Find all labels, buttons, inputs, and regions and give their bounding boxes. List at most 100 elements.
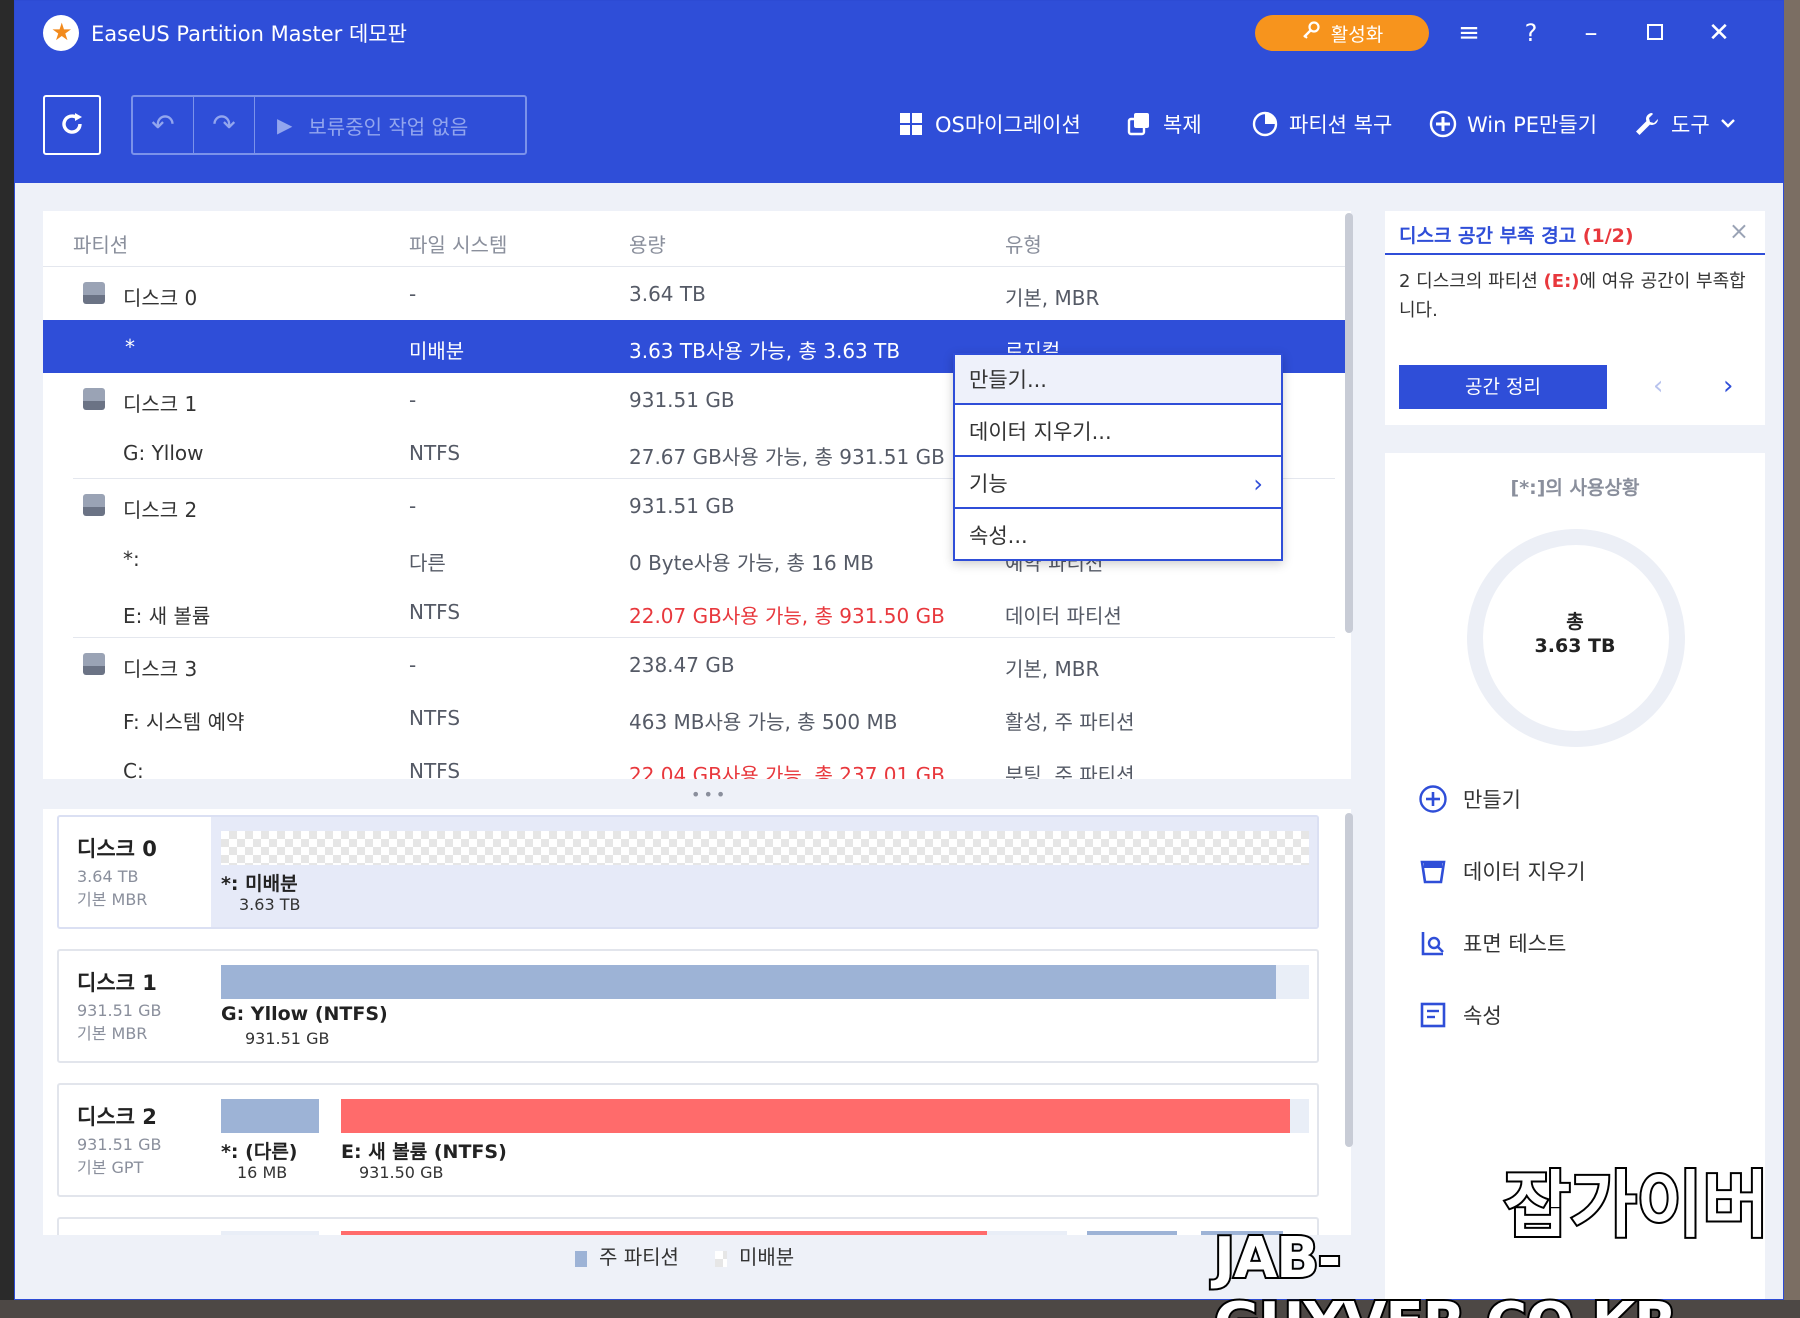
legend-swatch [714,1250,727,1267]
win-pe-button[interactable]: Win PE만들기 [1429,109,1597,139]
partition-recovery-button[interactable]: 파티션 복구 [1251,109,1392,139]
disk-card-2[interactable]: 디스크 2 931.51 GB 기본 GPT *: (다른) 16 MB E: … [57,1083,1319,1197]
surface-test-icon [1417,927,1449,959]
row-partition: C: [123,759,144,779]
legend-label: 주 파티션 [599,1245,679,1269]
partition-bar[interactable] [987,1231,1067,1235]
menu-icon[interactable]: ≡ [1449,15,1489,51]
row-filesystem: - [409,388,417,412]
table-row[interactable]: F: 시스템 예약 NTFS 463 MB사용 가능, 총 500 MB 활성,… [43,691,1333,744]
disk-card-3[interactable] [57,1217,1319,1235]
legend-label: 미배분 [738,1245,795,1269]
usage-total-label: 총 [1566,611,1584,633]
partition-size: 931.50 GB [359,1163,444,1182]
table-row-disk-3[interactable]: 디스크 3 - 238.47 GB 기본, MBR [43,638,1333,691]
row-partition: F: 시스템 예약 [123,710,245,734]
action-properties[interactable]: 속성 [1417,999,1502,1031]
legend-primary: 주 파티션 [575,1241,679,1270]
alert-title-text: 디스크 공간 부족 경고 [1399,225,1577,247]
partition-bar[interactable] [1087,1231,1177,1235]
plus-circle-icon [1429,110,1457,138]
disk-card-1[interactable]: 디스크 1 931.51 GB 기본 MBR G: Yllow (NTFS) 9… [57,949,1319,1063]
table-row[interactable]: C: NTFS 22.04 GB사용 가능, 총 237.01 GB 부팅, 주… [43,744,1333,779]
disk-info: 디스크 1 931.51 GB 기본 MBR [59,951,211,1061]
partition-bar[interactable] [341,1231,989,1235]
menu-item-wipe-data[interactable]: 데이터 지우기... [955,407,1281,457]
pie-icon [1251,110,1279,138]
disk-name: 디스크 2 [77,1105,157,1129]
alert-message: 2 디스크의 파티션 (E:)에 여유 공간이 부족합니다. [1399,267,1755,325]
action-surface-test[interactable]: 표면 테스트 [1417,927,1566,959]
partition-size: 16 MB [237,1163,288,1182]
activate-button[interactable]: 활성화 [1255,15,1429,51]
chevron-left-icon[interactable]: ‹ [1653,371,1663,401]
partition-label: *: 미배분 [221,873,298,895]
usage-title: [*:]의 사용상황 [1510,477,1640,499]
disk-partitions: *: 미배분 3.63 TB [211,817,1317,927]
row-partition: 디스크 2 [123,498,198,522]
disk-map-scrollbar[interactable] [1345,813,1353,1147]
plus-circle-icon [1417,783,1449,815]
tools-label: 도구 [1671,113,1710,137]
partition-bar-e[interactable] [341,1099,1309,1133]
undo-button[interactable]: ↶ [133,97,194,153]
os-migration-label: OS마이그레이션 [935,113,1081,137]
clone-button[interactable]: 복제 [1125,109,1202,139]
partition-bar-g[interactable] [221,965,1309,999]
row-filesystem: 미배분 [409,339,465,363]
cleanup-button[interactable]: 공간 정리 [1399,365,1607,409]
disk-type: 기본 MBR [77,1024,148,1043]
easeus-logo-icon [43,15,79,51]
action-wipe-data[interactable]: 데이터 지우기 [1417,855,1586,887]
tools-dropdown[interactable]: 도구 [1633,109,1736,139]
partition-bar-other[interactable] [221,1099,319,1133]
wrench-icon [1633,110,1661,138]
action-create[interactable]: 만들기 [1417,783,1521,815]
disk-card-0[interactable]: 디스크 0 3.64 TB 기본 MBR *: 미배분 3.63 TB [57,815,1319,929]
splitter-handle[interactable]: ••• [691,785,728,804]
pending-label: 보류중인 작업 없음 [308,114,469,139]
row-capacity: 22.04 GB사용 가능, 총 237.01 GB [629,763,945,779]
disk-info: 디스크 0 3.64 TB 기본 MBR [59,817,211,927]
partition-usage-fill [221,1099,319,1133]
title-bar: EaseUS Partition Master 데모판 활성화 ≡ ? – ✕ [15,1,1783,63]
action-label: 만들기 [1463,788,1521,812]
desktop-background-right [1784,0,1800,1318]
row-filesystem: 다른 [409,551,446,575]
close-icon[interactable]: × [1729,217,1749,245]
partition-bar-unallocated[interactable] [221,831,1309,865]
row-type: 기본, MBR [1005,657,1100,681]
chevron-down-icon [1720,112,1736,136]
close-button[interactable]: ✕ [1699,15,1739,51]
alert-msg-drive: (E:) [1543,271,1580,292]
row-capacity: 931.51 GB [629,388,735,412]
row-partition: 디스크 3 [123,657,198,681]
disk-size: 931.51 GB [77,1135,162,1154]
menu-item-create[interactable]: 만들기... [955,355,1281,405]
toolbar: ↶ ↷ ▶ 보류중인 작업 없음 OS마이그레이션 복제 파티션 복구 Win … [15,63,1783,183]
table-row-disk-0[interactable]: 디스크 0 - 3.64 TB 기본, MBR [43,267,1333,320]
row-capacity: 238.47 GB [629,653,735,677]
refresh-button[interactable] [43,95,101,155]
minimize-button[interactable]: – [1571,15,1611,51]
partition-size: 3.63 TB [239,895,301,914]
apply-button[interactable]: ▶ 보류중인 작업 없음 [255,111,468,140]
row-partition: E: 새 볼륨 [123,604,211,628]
partition-size: 931.51 GB [245,1029,330,1048]
os-migration-button[interactable]: OS마이그레이션 [897,109,1081,139]
menu-item-features[interactable]: 기능 › [955,459,1281,509]
redo-button[interactable]: ↷ [194,97,255,153]
row-filesystem: NTFS [409,600,461,624]
row-partition: *: [123,547,140,571]
row-type: 데이터 파티션 [1005,604,1122,628]
help-button[interactable]: ? [1511,15,1551,51]
partition-table-scrollbar[interactable] [1345,213,1353,633]
partition-bar[interactable] [221,1231,319,1235]
table-row[interactable]: E: 새 볼륨 NTFS 22.07 GB사용 가능, 총 931.50 GB … [43,585,1333,638]
chevron-right-icon[interactable]: › [1723,371,1733,401]
disk-icon [83,282,105,304]
windows-icon [897,110,925,138]
menu-item-properties[interactable]: 속성... [955,511,1281,561]
maximize-button[interactable] [1635,15,1675,51]
action-label: 표면 테스트 [1463,932,1567,956]
